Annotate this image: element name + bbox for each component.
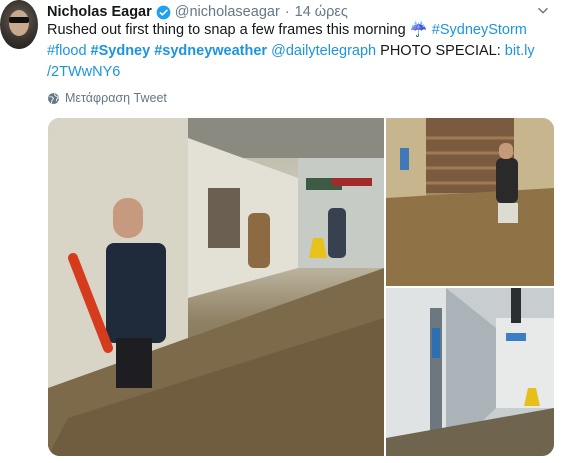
author-name[interactable]: Nicholas Eagar [47,4,152,20]
photo-flooded-corridor[interactable] [386,288,554,456]
translate-label: Μετάφραση Tweet [65,91,167,105]
photo-special-label: PHOTO SPECIAL: [380,43,501,59]
separator-dot: · [284,4,290,20]
hashtag-flood[interactable]: #flood [47,43,87,59]
verified-badge-icon [156,5,171,19]
photo-3-image [386,288,554,456]
hashtag-sydney[interactable]: #Sydney [91,43,151,59]
avatar-sunglasses [9,17,29,23]
tweet-text: Rushed out first thing to snap a few fra… [47,20,547,83]
hashtag-sydneyweather[interactable]: #sydneyweather [154,43,267,59]
avatar-face [9,10,29,36]
tweet-timestamp[interactable]: 14 ώρες [295,4,348,20]
avatar[interactable] [0,0,38,49]
tweet-header: Nicholas Eagar @nicholaseagar · 14 ώρες [47,2,348,22]
photo-flooded-subway-man[interactable] [48,118,384,456]
hashtag-sydneystorm[interactable]: #SydneyStorm [432,22,527,38]
photo-flooded-staircase[interactable] [386,118,554,286]
umbrella-icon: ☔ [409,22,428,38]
globe-icon [48,92,59,104]
translate-tweet-link[interactable]: Μετάφραση Tweet [47,91,167,105]
photo-grid [48,118,554,456]
photo-2-image [386,118,554,286]
short-link-part2[interactable]: /2TWwNY6 [47,64,120,80]
tweet-body-text: Rushed out first thing to snap a few fra… [47,22,410,38]
author-handle[interactable]: @nicholaseagar [175,4,280,20]
tweet: Nicholas Eagar @nicholaseagar · 14 ώρες … [0,0,563,463]
mention-dailytelegraph[interactable]: @dailytelegraph [271,43,376,59]
short-link-part1[interactable]: bit.ly [505,43,535,59]
photo-1-image [48,118,384,456]
chevron-down-icon[interactable] [536,4,550,18]
